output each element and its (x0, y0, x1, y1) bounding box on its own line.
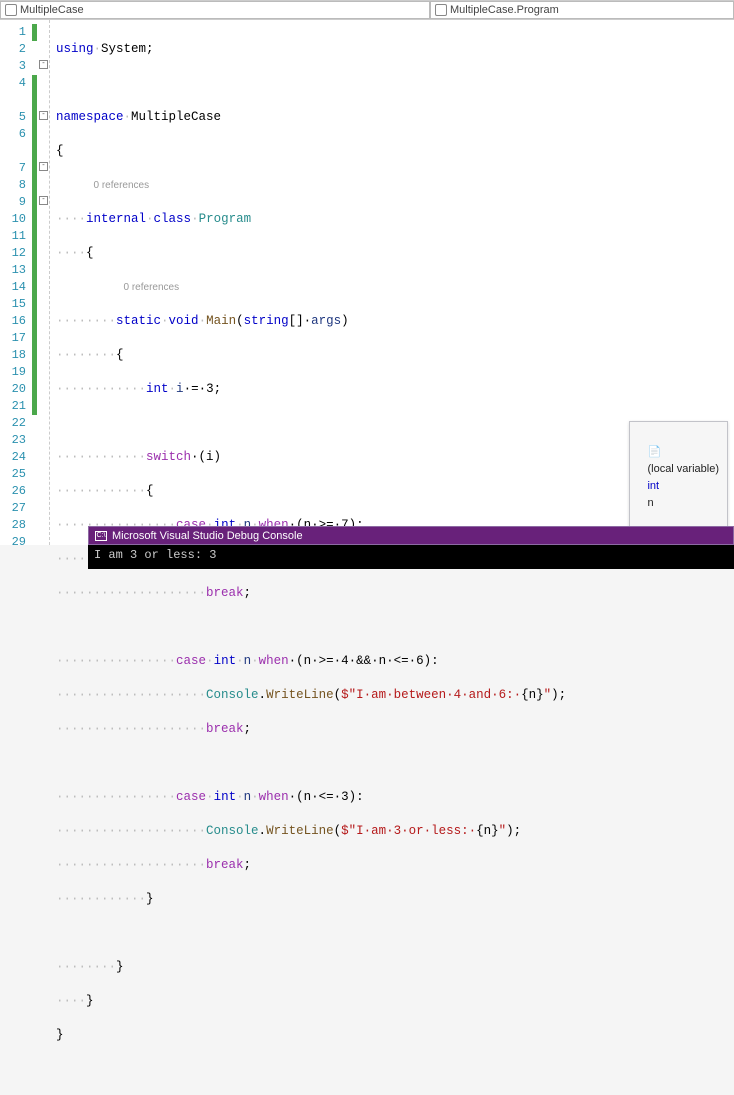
member-icon (435, 4, 447, 16)
line-number-gutter: 1234567891011121314151617181920212223242… (0, 20, 32, 545)
tooltip-name: n (647, 497, 653, 509)
project-name: MultipleCase (20, 4, 84, 16)
fold-toggle-icon[interactable]: - (39, 60, 48, 69)
console-icon: C:\ (95, 531, 107, 541)
tooltip-scope: (local variable) (647, 463, 719, 475)
tooltip-type: int (647, 480, 659, 492)
member-crumb[interactable]: MultipleCase.Program (430, 1, 734, 19)
fold-toggle-icon[interactable]: - (39, 111, 48, 120)
fold-toggle-icon[interactable]: - (39, 196, 48, 205)
member-name: MultipleCase.Program (450, 4, 559, 16)
console-title: Microsoft Visual Studio Debug Console (112, 530, 303, 542)
breadcrumb-bar: MultipleCase MultipleCase.Program (0, 0, 734, 20)
csharp-file-icon (5, 4, 17, 16)
fold-toggle-icon[interactable]: - (39, 162, 48, 171)
project-crumb[interactable]: MultipleCase (0, 1, 430, 19)
fold-margin: - - - - (38, 20, 50, 545)
variable-icon: 📄 (647, 446, 661, 458)
console-titlebar: C:\ Microsoft Visual Studio Debug Consol… (88, 526, 734, 545)
hover-tooltip: 📄 (local variable) int n (629, 421, 728, 535)
codelens-references[interactable]: 0 references (124, 282, 180, 293)
code-area[interactable]: using·System; namespace·MultipleCase { 0… (50, 20, 734, 545)
console-output[interactable]: I am 3 or less: 3 (88, 545, 734, 569)
code-editor[interactable]: 1234567891011121314151617181920212223242… (0, 20, 734, 545)
codelens-references[interactable]: 0 references (94, 180, 150, 191)
console-text: I am 3 or less: 3 (94, 548, 216, 562)
